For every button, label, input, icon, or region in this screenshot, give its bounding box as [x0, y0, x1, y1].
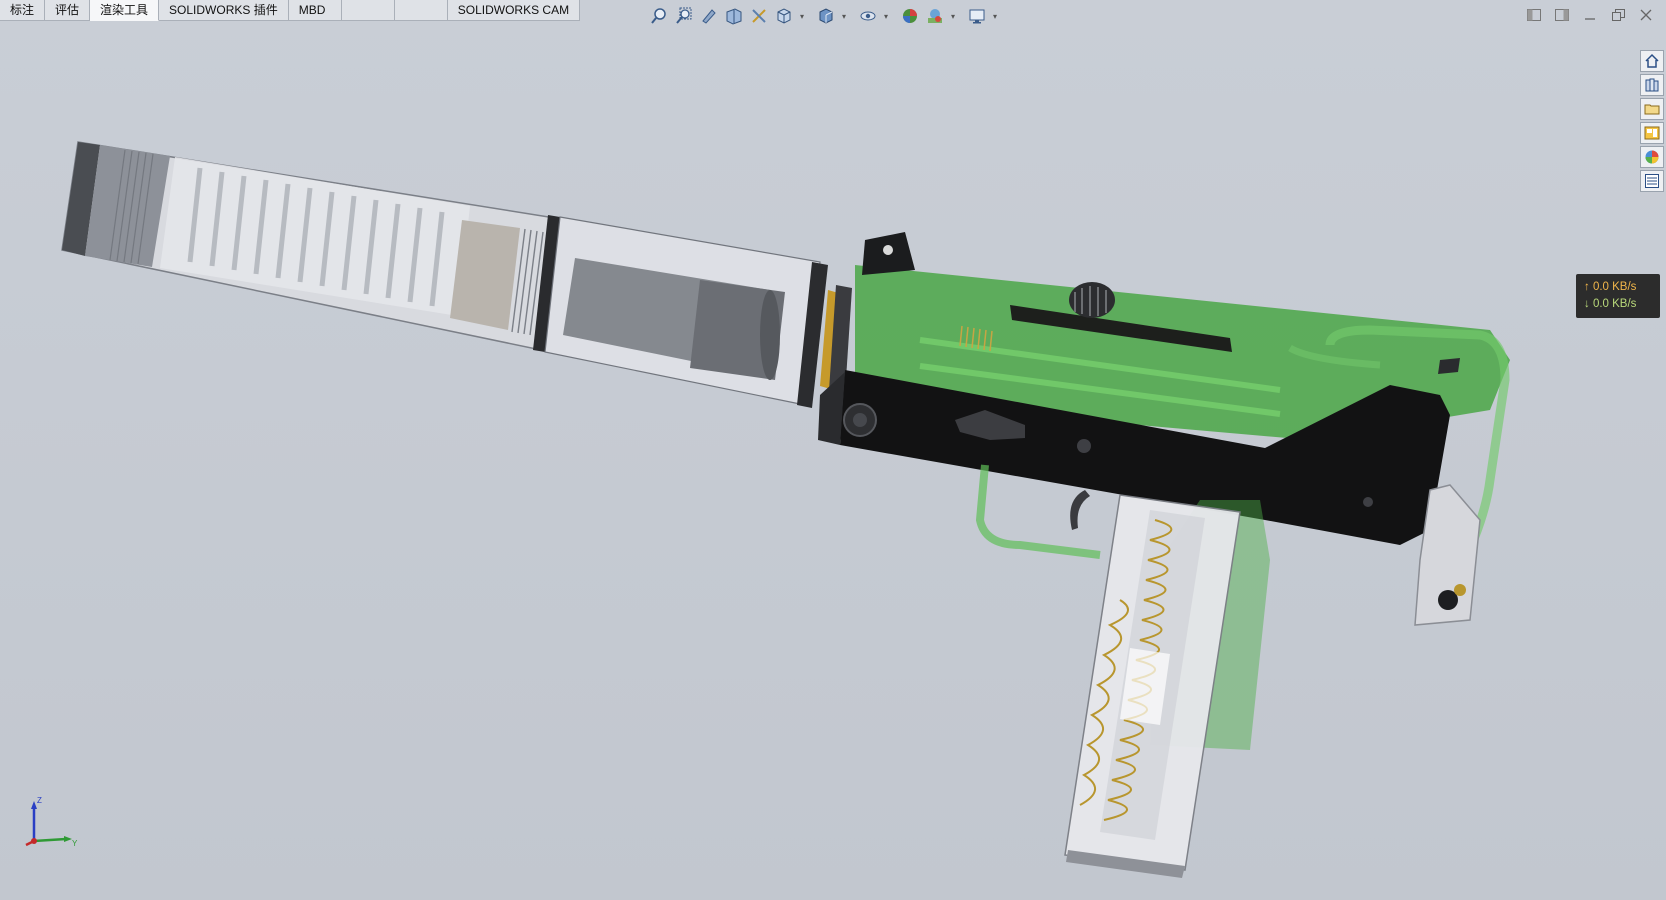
model-viewport[interactable]	[0, 0, 1666, 900]
triad-y-label: Y	[72, 839, 78, 848]
network-speed-widget: ↑ 0.0 KB/s ↓ 0.0 KB/s	[1576, 274, 1660, 318]
trigger	[1070, 490, 1090, 530]
upload-speed: ↑ 0.0 KB/s	[1584, 281, 1637, 293]
suppressor-mount	[544, 216, 852, 440]
triad-z-label: Z	[37, 796, 42, 805]
suppressor	[61, 141, 560, 352]
reference-triad: Z Y	[25, 796, 78, 848]
download-speed: ↓ 0.0 KB/s	[1584, 298, 1637, 310]
